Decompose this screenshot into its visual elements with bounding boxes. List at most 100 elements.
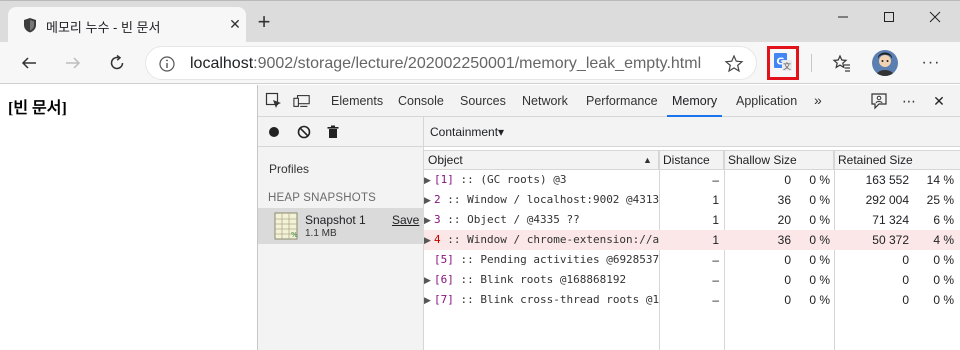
- refresh-icon[interactable]: [105, 51, 129, 75]
- maximize-icon[interactable]: [866, 1, 912, 33]
- table-row[interactable]: ▶ [6] :: Blink roots @168868192 – 0 0 % 0 0 %: [424, 270, 960, 290]
- tab-elements[interactable]: Elements: [331, 85, 383, 117]
- grid-header: Object ▲ Distance Shallow Size Retained …: [424, 150, 960, 170]
- shallow-percent-cell: 0 %: [809, 173, 830, 187]
- table-row[interactable]: ▶ 2 :: Window / localhost:9002 @4313 1 36 0 …: [424, 190, 960, 210]
- table-row[interactable]: ▶ [1] :: (GC roots) @3 – 0 0 % 163 552 14 %: [424, 170, 960, 190]
- shallow-size-cell: 36: [777, 233, 791, 247]
- record-icon[interactable]: [266, 124, 282, 140]
- node-label: :: Object / @4335 ??: [440, 213, 580, 226]
- tab-close-icon[interactable]: ✕: [226, 15, 244, 33]
- forward-arrow-icon[interactable]: [61, 51, 85, 75]
- profiles-label: Profiles: [269, 162, 310, 176]
- info-icon[interactable]: [158, 55, 176, 73]
- more-tabs-icon[interactable]: »: [814, 85, 822, 117]
- shallow-percent-cell: 0 %: [809, 213, 830, 227]
- column-object[interactable]: Object: [424, 151, 659, 170]
- node-label: :: Window / chrome-extension://a: [440, 233, 659, 246]
- url-text[interactable]: localhost:9002/storage/lecture/202002250…: [190, 55, 701, 73]
- table-row[interactable]: ▶ 4 :: Window / chrome-extension://a 1 36 0 …: [424, 230, 960, 250]
- new-tab-icon[interactable]: +: [254, 11, 274, 33]
- retained-percent-cell: 25 %: [926, 193, 954, 207]
- node-id: 2: [434, 193, 441, 206]
- object-cell: [5] :: Pending activities @6928537: [424, 250, 659, 270]
- address-bar[interactable]: localhost:9002/storage/lecture/202002250…: [145, 46, 757, 80]
- column-retained-size[interactable]: Retained Size: [834, 151, 960, 170]
- chevron-down-icon: ▾: [498, 125, 505, 139]
- distance-cell: –: [712, 173, 719, 187]
- shallow-size-cell: 0: [784, 293, 791, 307]
- expand-triangle-icon[interactable]: ▶: [424, 271, 434, 290]
- shallow-size-cell: 20: [777, 213, 791, 227]
- tab-console[interactable]: Console: [398, 85, 444, 117]
- devtools-menu-icon[interactable]: ⋯: [900, 92, 918, 110]
- snapshot-size: 1.1 MB: [305, 228, 337, 239]
- settings-more-icon[interactable]: ···: [919, 51, 943, 75]
- column-shallow-size[interactable]: Shallow Size: [724, 151, 834, 170]
- expand-triangle-icon[interactable]: ▶: [424, 291, 434, 310]
- node-label: :: Blink cross-thread roots @1: [453, 293, 659, 306]
- column-distance[interactable]: Distance: [659, 151, 724, 170]
- expand-triangle-icon[interactable]: ▶: [424, 231, 434, 250]
- window-close-icon[interactable]: [912, 1, 958, 33]
- shallow-percent-cell: 0 %: [809, 253, 830, 267]
- shallow-percent-cell: 0 %: [809, 293, 830, 307]
- retained-percent-cell: 6 %: [933, 213, 954, 227]
- tab-application[interactable]: Application: [736, 85, 797, 117]
- url-host: localhost: [190, 55, 254, 72]
- feedback-icon[interactable]: [870, 92, 888, 110]
- back-arrow-icon[interactable]: [17, 51, 41, 75]
- url-path: :9002/storage/lecture/202002250001/memor…: [253, 55, 702, 72]
- shallow-size-cell: 0: [784, 253, 791, 267]
- tab-performance[interactable]: Performance: [586, 85, 658, 117]
- node-id: [6]: [434, 273, 454, 286]
- expand-triangle-icon[interactable]: ▶: [424, 211, 434, 230]
- expand-triangle-icon[interactable]: ▶: [424, 191, 434, 210]
- shield-favicon-icon: [22, 17, 38, 33]
- retained-size-cell: 163 552: [865, 173, 909, 187]
- inspect-element-icon[interactable]: [265, 92, 283, 110]
- browser-tab[interactable]: 메모리 누수 - 빈 문서 ✕: [8, 7, 246, 43]
- heap-snapshot-view: Containment▾ Object ▲ Distance Shallow S…: [424, 117, 960, 350]
- profile-avatar[interactable]: [872, 50, 898, 76]
- clear-icon[interactable]: [296, 124, 312, 140]
- retained-percent-cell: 14 %: [926, 173, 954, 187]
- distance-cell: –: [712, 293, 719, 307]
- object-cell: ▶ [6] :: Blink roots @168868192: [424, 270, 659, 290]
- retained-size-cell: 0: [902, 273, 909, 287]
- tab-memory[interactable]: Memory: [666, 85, 723, 117]
- translate-extension-button[interactable]: G文: [767, 46, 799, 80]
- node-id: [1]: [434, 173, 454, 186]
- shallow-size-cell: 0: [784, 273, 791, 287]
- object-cell: ▶ [7] :: Blink cross-thread roots @1: [424, 290, 659, 310]
- distance-cell: 1: [712, 213, 719, 227]
- tab-network[interactable]: Network: [522, 85, 568, 117]
- retained-size-cell: 71 324: [872, 213, 909, 227]
- favorites-icon[interactable]: [829, 51, 853, 75]
- view-select-dropdown[interactable]: Containment▾: [430, 125, 504, 139]
- expand-triangle-icon[interactable]: ▶: [424, 171, 434, 190]
- favorite-star-icon[interactable]: [724, 54, 744, 74]
- object-cell: ▶ 3 :: Object / @4335 ??: [424, 210, 659, 230]
- distance-cell: 1: [712, 193, 719, 207]
- shallow-percent-cell: 0 %: [809, 193, 830, 207]
- device-toolbar-icon[interactable]: [293, 92, 311, 110]
- distance-cell: 1: [712, 233, 719, 247]
- heap-snapshots-label: HEAP SNAPSHOTS: [268, 192, 377, 204]
- table-row[interactable]: ▶ 3 :: Object / @4335 ?? 1 20 0 % 71 324 6 %: [424, 210, 960, 230]
- tab-sources[interactable]: Sources: [460, 85, 506, 117]
- table-row[interactable]: ▶ [7] :: Blink cross-thread roots @1 – 0 0 %…: [424, 290, 960, 310]
- devtools-panel: Elements Console Sources Network Perform…: [257, 85, 960, 350]
- devtools-close-icon[interactable]: ✕: [930, 92, 948, 110]
- minimize-icon[interactable]: [820, 1, 866, 33]
- trash-icon[interactable]: [325, 124, 341, 140]
- snapshot-save-link[interactable]: Save: [392, 213, 419, 227]
- table-row[interactable]: [5] :: Pending activities @6928537 – 0 0 % 0…: [424, 250, 960, 270]
- translate-icon: G文: [773, 52, 793, 75]
- object-cell: ▶ [1] :: (GC roots) @3: [424, 170, 659, 190]
- snapshot-item[interactable]: % Snapshot 1 1.1 MB Save: [258, 208, 424, 244]
- node-id: 4: [434, 233, 441, 246]
- title-bar: 메모리 누수 - 빈 문서 ✕ +: [0, 0, 960, 43]
- retained-percent-cell: 4 %: [933, 233, 954, 247]
- retained-size-cell: 0: [902, 293, 909, 307]
